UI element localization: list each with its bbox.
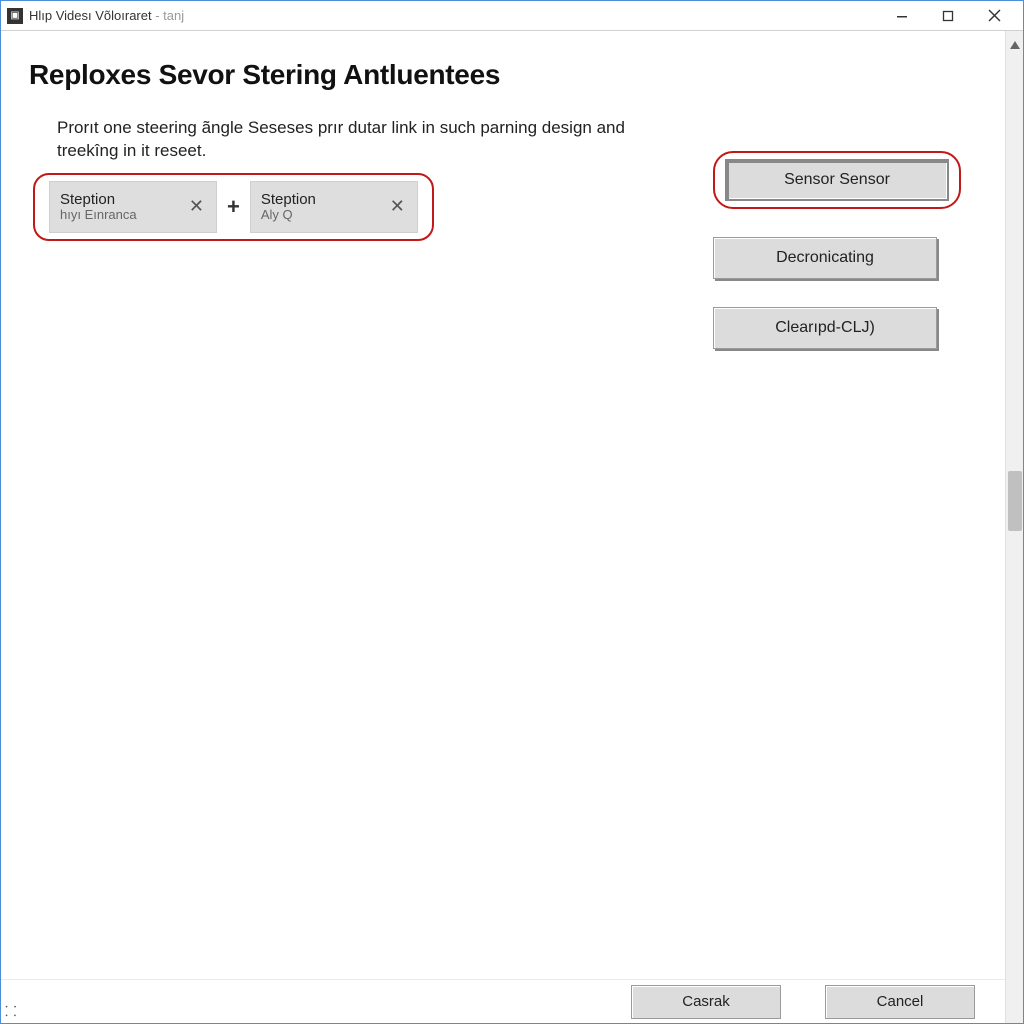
- chip-label: Steption: [60, 191, 137, 208]
- client-area: Reploxes Sevor Stering Antluentees Prorı…: [1, 31, 1023, 1023]
- titlebar: ▣ Hlıp Videsı Võloıraret - tanj: [1, 1, 1023, 31]
- chip-steption-2[interactable]: Steption Aly Q ✕: [250, 181, 418, 233]
- vertical-scrollbar[interactable]: [1005, 31, 1023, 1023]
- scroll-up-icon[interactable]: [1008, 39, 1022, 53]
- cancel-button[interactable]: Cancel: [825, 985, 975, 1019]
- window-title-main: Hlıp Videsı Võloıraret: [29, 8, 152, 23]
- page-title: Reploxes Sevor Stering Antluentees: [29, 59, 985, 91]
- window-title: Hlıp Videsı Võloıraret - tanj: [29, 8, 184, 23]
- window-title-muted: - tanj: [152, 8, 185, 23]
- content-pane: Reploxes Sevor Stering Antluentees Prorı…: [1, 31, 1005, 1023]
- close-icon: [988, 9, 1001, 22]
- plus-separator: +: [225, 194, 242, 220]
- description-text: Prorıt one steering ãngle Seseses prır d…: [57, 117, 667, 163]
- scroll-thumb[interactable]: [1008, 471, 1022, 531]
- chip-text: Steption Aly Q: [261, 191, 316, 223]
- window-controls: [879, 2, 1017, 30]
- maximize-icon: [942, 10, 954, 22]
- minimize-icon: [896, 10, 908, 22]
- chip-sub: Aly Q: [261, 208, 316, 223]
- app-window: ▣ Hlıp Videsı Võloıraret - tanj Reploxes…: [0, 0, 1024, 1024]
- clear-button[interactable]: Clearıpd-CLJ): [713, 307, 937, 349]
- chip-close-icon[interactable]: ✕: [388, 196, 407, 217]
- chip-label: Steption: [261, 191, 316, 208]
- sensor-sensor-button[interactable]: Sensor Sensor: [725, 159, 949, 201]
- app-icon: ▣: [7, 8, 23, 24]
- right-button-column: Sensor Sensor Decronicating Clearıpd-CLJ…: [713, 151, 961, 349]
- resize-grip-icon[interactable]: ⸬: [5, 1002, 17, 1021]
- chips-highlight: Steption hıyı Eınranca ✕ + Steption Aly …: [33, 173, 434, 241]
- decronicating-button[interactable]: Decronicating: [713, 237, 937, 279]
- maximize-button[interactable]: [925, 2, 971, 30]
- close-window-button[interactable]: [971, 2, 1017, 30]
- casrak-button[interactable]: Casrak: [631, 985, 781, 1019]
- minimize-button[interactable]: [879, 2, 925, 30]
- chip-text: Steption hıyı Eınranca: [60, 191, 137, 223]
- sensor-highlight: Sensor Sensor: [713, 151, 961, 209]
- chip-sub: hıyı Eınranca: [60, 208, 137, 223]
- chip-steption-1[interactable]: Steption hıyı Eınranca ✕: [49, 181, 217, 233]
- chip-close-icon[interactable]: ✕: [187, 196, 206, 217]
- footer-bar: Casrak Cancel: [1, 979, 1005, 1023]
